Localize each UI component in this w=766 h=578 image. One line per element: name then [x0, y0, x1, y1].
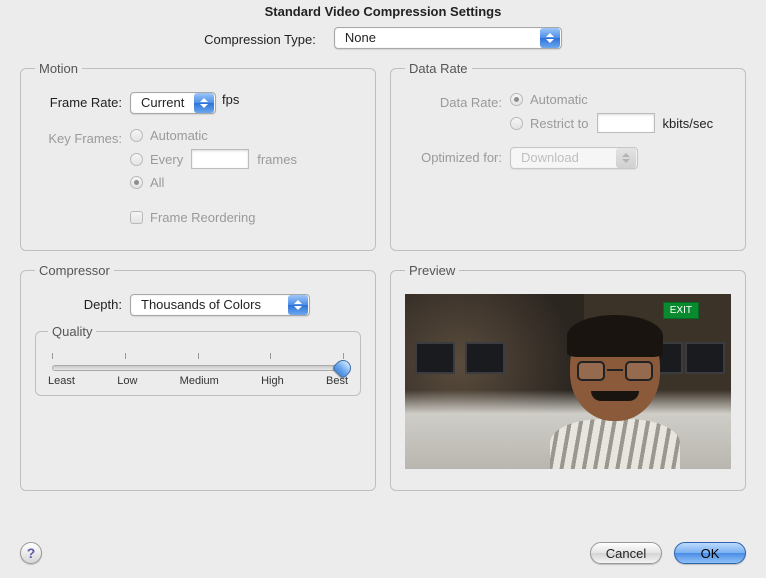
frame-reordering-checkbox[interactable]	[130, 211, 143, 224]
chevron-updown-icon	[194, 93, 214, 113]
compressor-legend: Compressor	[35, 263, 114, 278]
keyframes-auto-radio[interactable]	[130, 129, 143, 142]
frame-reordering-label: Frame Reordering	[150, 210, 256, 225]
keyframes-every-input[interactable]	[191, 149, 249, 169]
quality-legend: Quality	[48, 324, 96, 339]
data-rate-restrict-label: Restrict to	[530, 116, 589, 131]
chevron-updown-icon	[288, 295, 308, 315]
slider-label-low: Low	[117, 375, 137, 387]
ok-button[interactable]: OK	[674, 542, 746, 564]
compression-type-label: Compression Type:	[204, 29, 324, 47]
optimized-for-value: Download	[511, 148, 587, 168]
compression-type-value: None	[335, 28, 384, 48]
data-rate-restrict-radio[interactable]	[510, 117, 523, 130]
key-frames-label: Key Frames:	[35, 128, 130, 146]
keyframes-every-label: Every	[150, 152, 183, 167]
keyframes-every-unit: frames	[257, 152, 297, 167]
data-rate-auto-label: Automatic	[530, 92, 588, 107]
cancel-button[interactable]: Cancel	[590, 542, 662, 564]
frame-rate-select[interactable]: Current	[130, 92, 216, 114]
quality-slider[interactable]	[52, 365, 344, 371]
data-rate-restrict-unit: kbits/sec	[663, 116, 714, 131]
preview-image: EXIT	[405, 294, 731, 469]
help-button[interactable]: ?	[20, 542, 42, 564]
optimized-for-select[interactable]: Download	[510, 147, 638, 169]
slider-label-least: Least	[48, 375, 75, 387]
window-title: Standard Video Compression Settings	[0, 0, 766, 27]
keyframes-all-radio[interactable]	[130, 176, 143, 189]
keyframes-every-radio[interactable]	[130, 153, 143, 166]
data-rate-restrict-input[interactable]	[597, 113, 655, 133]
keyframes-auto-label: Automatic	[150, 128, 208, 143]
slider-label-medium: Medium	[180, 375, 219, 387]
data-rate-auto-radio[interactable]	[510, 93, 523, 106]
optimized-for-label: Optimized for:	[405, 147, 510, 165]
slider-label-high: High	[261, 375, 284, 387]
fps-unit: fps	[222, 92, 239, 107]
depth-value: Thousands of Colors	[131, 295, 269, 315]
frame-rate-label: Frame Rate:	[35, 92, 130, 110]
depth-label: Depth:	[35, 294, 130, 312]
motion-legend: Motion	[35, 61, 82, 76]
preview-legend: Preview	[405, 263, 459, 278]
keyframes-all-label: All	[150, 175, 164, 190]
data-rate-label: Data Rate:	[405, 92, 510, 110]
quality-slider-thumb[interactable]	[335, 360, 351, 378]
compression-type-select[interactable]: None	[334, 27, 562, 49]
chevron-updown-icon	[616, 148, 636, 168]
data-rate-legend: Data Rate	[405, 61, 472, 76]
chevron-updown-icon	[540, 28, 560, 48]
depth-select[interactable]: Thousands of Colors	[130, 294, 310, 316]
frame-rate-value: Current	[131, 93, 192, 113]
